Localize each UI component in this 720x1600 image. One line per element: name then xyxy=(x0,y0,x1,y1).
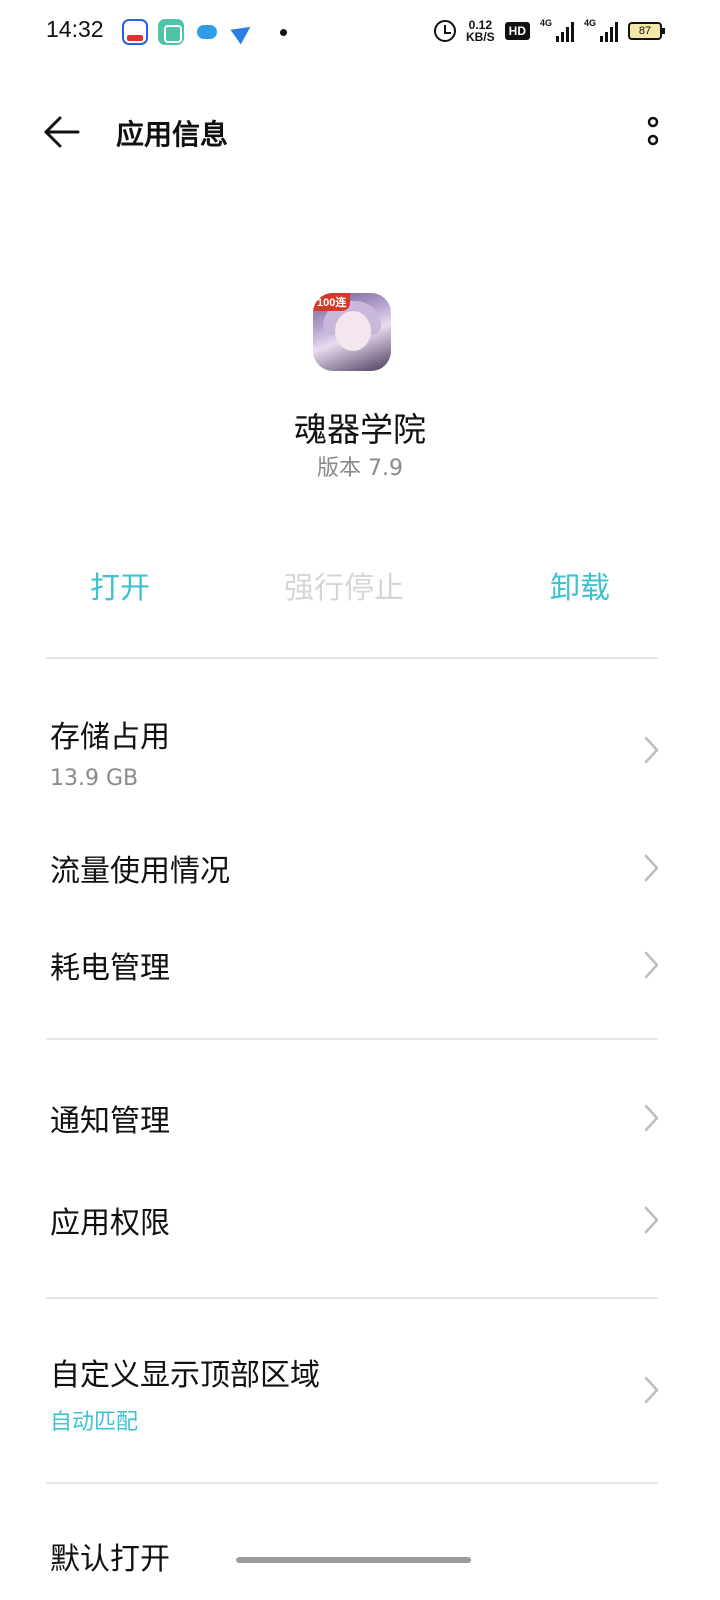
more-options-button[interactable] xyxy=(640,112,666,152)
chevron-right-icon xyxy=(644,1376,659,1404)
list-item-data-usage[interactable]: 流量使用情况 xyxy=(0,828,720,908)
chevron-right-icon xyxy=(644,951,659,979)
system-icons: 0.12 KB/S HD 4G 4G 87 xyxy=(433,16,665,46)
force-stop-button[interactable]: 强行停止 xyxy=(284,563,404,607)
uninstall-button[interactable]: 卸载 xyxy=(550,563,610,607)
cloud-icon xyxy=(194,19,220,45)
paper-plane-icon xyxy=(230,19,256,45)
network-speed-unit: KB/S xyxy=(465,30,495,44)
list-item-title: 通知管理 xyxy=(50,1104,170,1139)
notification-icons xyxy=(122,18,287,46)
signal-label-sim1: 4G xyxy=(540,18,553,28)
hd-voice-icon: HD xyxy=(504,22,530,40)
signal-icon-sim2: 4G xyxy=(584,18,618,42)
chevron-right-icon xyxy=(644,736,659,764)
chevron-right-icon xyxy=(644,1206,659,1234)
more-notifications-dot-icon xyxy=(280,28,287,36)
app-icon-badge: 100连 xyxy=(313,293,351,311)
display-area-value: 自动匹配 xyxy=(50,1410,139,1435)
list-item-storage[interactable]: 存储占用 13.9 GB xyxy=(0,690,720,812)
status-time: 14:32 xyxy=(46,16,104,42)
divider xyxy=(46,1038,658,1040)
app-name: 魂器学院 xyxy=(294,410,426,449)
list-item-title: 流量使用情况 xyxy=(50,854,230,889)
divider xyxy=(46,657,658,659)
alarm-icon xyxy=(433,20,456,42)
list-item-title: 默认打开 xyxy=(50,1542,170,1577)
list-item-permissions[interactable]: 应用权限 xyxy=(0,1180,720,1260)
open-button[interactable]: 打开 xyxy=(90,563,150,607)
app-version: 版本 7.9 xyxy=(317,456,403,481)
divider xyxy=(46,1297,658,1299)
app-icon: 100连 xyxy=(313,293,391,371)
signal-icon-sim1: 4G xyxy=(540,18,574,42)
list-item-title: 自定义显示顶部区域 xyxy=(50,1358,320,1393)
list-item-battery-management[interactable]: 耗电管理 xyxy=(0,925,720,1005)
storage-size: 13.9 GB xyxy=(50,766,139,791)
baidu-icon xyxy=(122,19,148,45)
green-app-icon xyxy=(158,19,184,45)
list-item-default-open[interactable]: 默认打开 xyxy=(0,1512,720,1600)
back-button[interactable] xyxy=(40,112,84,152)
list-item-notifications[interactable]: 通知管理 xyxy=(0,1078,720,1158)
back-arrow-icon xyxy=(44,116,80,148)
list-item-display-area[interactable]: 自定义显示顶部区域 自动匹配 xyxy=(0,1330,720,1452)
network-speed: 0.12 KB/S xyxy=(466,19,495,43)
chevron-right-icon xyxy=(644,1104,659,1132)
page-title: 应用信息 xyxy=(116,118,229,151)
battery-icon: 87 xyxy=(628,22,665,40)
list-item-title: 应用权限 xyxy=(50,1206,170,1241)
chevron-right-icon xyxy=(644,854,659,882)
signal-label-sim2: 4G xyxy=(584,18,597,28)
more-vertical-icon xyxy=(647,116,659,146)
status-bar: 14:32 0.12 KB/S HD 4G 4G 87 xyxy=(0,0,720,62)
list-item-title: 存储占用 xyxy=(50,720,170,755)
home-indicator[interactable] xyxy=(236,1557,471,1563)
list-item-title: 耗电管理 xyxy=(50,951,170,986)
divider xyxy=(46,1482,658,1484)
